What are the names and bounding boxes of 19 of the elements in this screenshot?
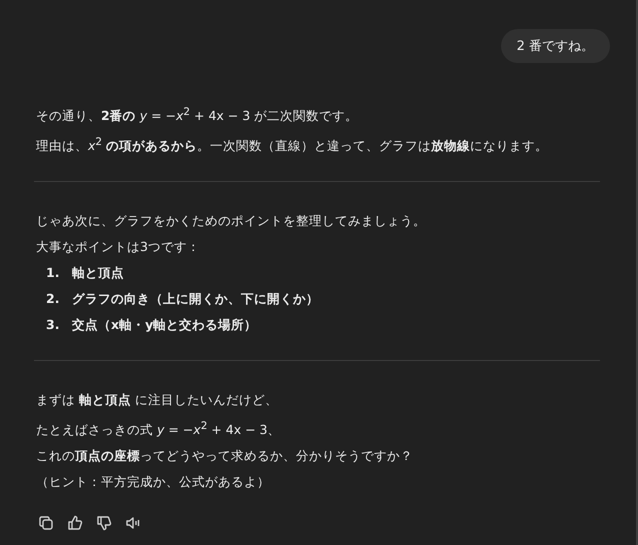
thumbs-up-icon[interactable]	[67, 515, 83, 532]
thumbs-down-icon[interactable]	[96, 515, 112, 532]
answer-text: 理由は、x$^{2}$ の項があるから。一次関数（直線）と違って、グラフは放物線になります。	[36, 135, 550, 156]
answer-text: たとえばさっきの式 y = −x$^{2}$ + 4x − 3、	[36, 419, 282, 440]
list-item-text: 軸と頂点	[72, 264, 124, 282]
answer-text: （ヒント：平方完成か、公式があるよ）	[36, 473, 271, 492]
list-item-text: グラフの向き（上に開くか、下に開くか）	[72, 290, 319, 308]
answer-text: その通り、2番の y = −x$^{2}$ + 4x − 3 が二次関数です。	[36, 105, 360, 126]
list-number: 3.	[46, 316, 60, 334]
copy-icon[interactable]	[38, 515, 54, 532]
answer-text: 大事なポイントは3つです：	[36, 238, 201, 256]
answer-text: これの頂点の座標ってどうやって求めるか、分かりそうですか？	[36, 447, 414, 466]
list-number: 2.	[46, 290, 60, 308]
user-message: 2 番ですね。	[500, 29, 610, 63]
answer-text: まずは 軸と頂点 に注目したいんだけど、	[36, 391, 279, 410]
answer-text: じゃあ次に、グラフをかくためのポイントを整理してみましょう。	[36, 212, 427, 230]
list-number: 1.	[46, 264, 60, 282]
speaker-icon[interactable]	[125, 515, 141, 532]
list-item-text: 交点（x軸・y軸と交わる場所）	[72, 316, 258, 334]
